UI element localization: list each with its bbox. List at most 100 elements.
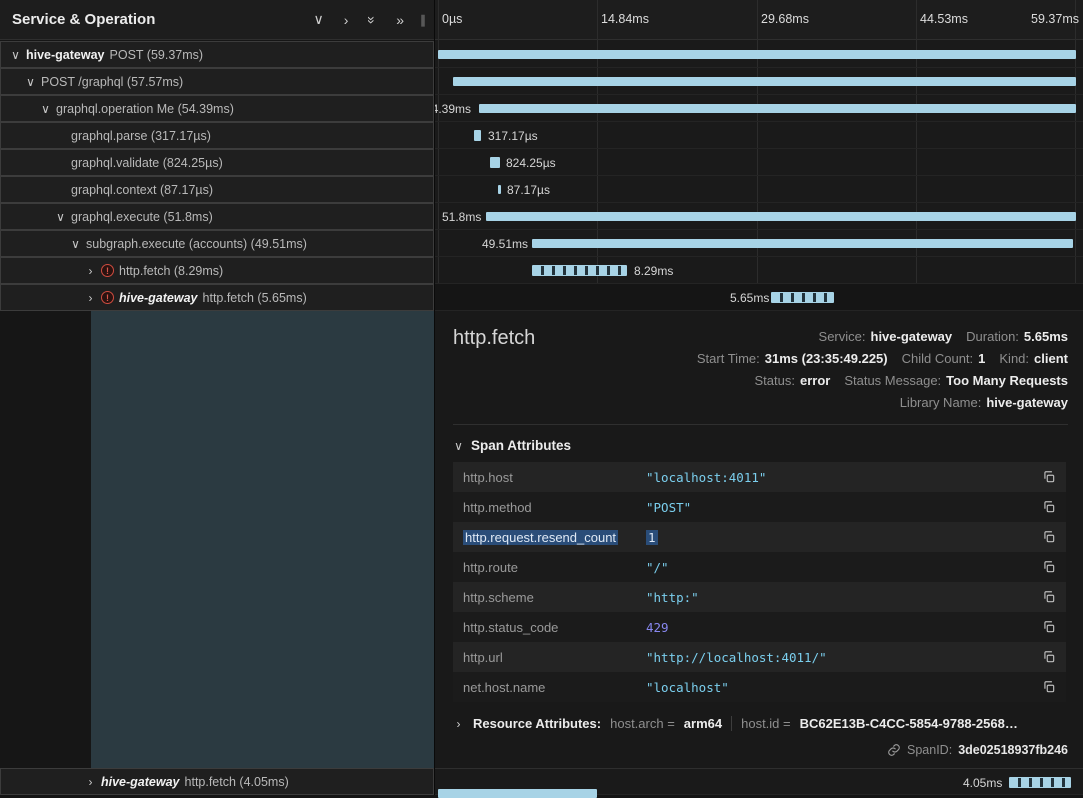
collapse-all-icon[interactable]: » bbox=[386, 12, 414, 28]
span-bar[interactable] bbox=[486, 212, 1076, 221]
pane-resize-handle[interactable]: ∥ bbox=[414, 13, 426, 27]
attribute-value: "/" bbox=[646, 560, 1038, 575]
span-tree-row[interactable]: graphql.validate (824.25µs) bbox=[0, 149, 434, 176]
span-tree-row[interactable]: ∨ hive-gateway POST (59.37ms) bbox=[0, 41, 434, 68]
copy-icon[interactable] bbox=[1038, 650, 1056, 664]
span-bar[interactable] bbox=[453, 77, 1076, 86]
timeline-row[interactable]: 87.17µs bbox=[435, 176, 1083, 203]
divider bbox=[731, 716, 732, 731]
copy-icon[interactable] bbox=[1038, 620, 1056, 634]
copy-icon[interactable] bbox=[1038, 530, 1056, 544]
timeline-row[interactable]: 49.51ms bbox=[435, 230, 1083, 257]
span-bar[interactable] bbox=[498, 185, 501, 194]
span-tree-row[interactable]: › hive-gateway http.fetch (4.05ms) bbox=[0, 768, 434, 795]
span-bar[interactable] bbox=[1009, 777, 1071, 788]
attribute-key: http.status_code bbox=[463, 620, 646, 635]
chevron-right-icon[interactable]: › bbox=[85, 776, 96, 788]
span-bar[interactable] bbox=[438, 789, 597, 798]
time-tick: 0µs bbox=[442, 12, 462, 26]
timeline-row[interactable] bbox=[435, 68, 1083, 95]
copy-icon[interactable] bbox=[1038, 590, 1056, 604]
span-bar[interactable] bbox=[479, 104, 1076, 113]
chevron-down-icon[interactable]: ∨ bbox=[25, 76, 36, 88]
timeline-row[interactable] bbox=[435, 41, 1083, 68]
chevron-down-icon[interactable]: ∨ bbox=[40, 103, 51, 115]
chevron-right-icon[interactable]: › bbox=[85, 292, 96, 304]
copy-icon[interactable] bbox=[1038, 500, 1056, 514]
timeline-pane: 0µs 14.84ms 29.68ms 44.53ms 59.37ms 54.3… bbox=[434, 0, 1083, 795]
span-operation: graphql.context (87.17µs) bbox=[71, 183, 213, 197]
error-icon: ! bbox=[101, 291, 114, 304]
service-value: hive-gateway bbox=[871, 326, 953, 348]
span-tree-row[interactable]: ∨ graphql.operation Me (54.39ms) bbox=[0, 95, 434, 122]
attribute-row: http.route "/" bbox=[453, 552, 1066, 582]
timeline-row[interactable]: 54.39ms bbox=[435, 95, 1083, 122]
span-tree-row[interactable]: ∨ subgraph.execute (accounts) (49.51ms) bbox=[0, 230, 434, 257]
attribute-key: http.route bbox=[463, 560, 646, 575]
attribute-value: 1 bbox=[646, 530, 1038, 545]
copy-icon[interactable] bbox=[1038, 470, 1056, 484]
expand-all-icon[interactable]: » bbox=[358, 12, 386, 28]
span-tree-row[interactable]: graphql.context (87.17µs) bbox=[0, 176, 434, 203]
chevron-down-icon[interactable]: ∨ bbox=[55, 211, 66, 223]
attribute-row: http.method "POST" bbox=[453, 492, 1066, 522]
timeline-row-selected[interactable]: 5.65ms bbox=[435, 284, 1083, 311]
service-label: Service: bbox=[819, 326, 866, 348]
start-time-label: Start Time: bbox=[697, 348, 760, 370]
span-tree-row[interactable]: graphql.parse (317.17µs) bbox=[0, 122, 434, 149]
status-value: error bbox=[800, 370, 830, 392]
error-icon: ! bbox=[101, 264, 114, 277]
meta-line: Start Time: 31ms (23:35:49.225) Child Co… bbox=[697, 348, 1068, 370]
chevron-right-icon[interactable]: › bbox=[334, 12, 359, 28]
timeline-row[interactable]: 824.25µs bbox=[435, 149, 1083, 176]
span-operation: graphql.validate (824.25µs) bbox=[71, 156, 223, 170]
span-id-value: 3de02518937fb246 bbox=[958, 743, 1068, 757]
time-tick: 29.68ms bbox=[761, 12, 809, 26]
span-service: hive-gateway bbox=[101, 775, 180, 789]
span-attributes-toggle[interactable]: ∨ Span Attributes bbox=[453, 438, 571, 453]
chevron-right-icon[interactable]: › bbox=[85, 265, 96, 277]
span-tree-row-selected[interactable]: › ! hive-gateway http.fetch (5.65ms) bbox=[0, 284, 434, 311]
span-bar[interactable] bbox=[474, 130, 481, 141]
duration-value: 5.65ms bbox=[1024, 326, 1068, 348]
resource-attributes-heading[interactable]: Resource Attributes: bbox=[473, 716, 601, 731]
span-tree-row[interactable]: › ! http.fetch (8.29ms) bbox=[0, 257, 434, 284]
copy-icon[interactable] bbox=[1038, 680, 1056, 694]
duration-label: 4.05ms bbox=[963, 776, 1002, 790]
span-bar[interactable] bbox=[532, 239, 1073, 248]
timeline-row[interactable]: 51.8ms bbox=[435, 203, 1083, 230]
chevron-right-icon[interactable]: › bbox=[453, 718, 464, 730]
chevron-down-icon[interactable]: ∨ bbox=[10, 49, 21, 61]
span-tree-row[interactable]: ∨ graphql.execute (51.8ms) bbox=[0, 203, 434, 230]
span-bar[interactable] bbox=[490, 157, 500, 168]
child-count-label: Child Count: bbox=[902, 348, 974, 370]
timeline-row[interactable]: 317.17µs bbox=[435, 122, 1083, 149]
span-bar[interactable] bbox=[438, 50, 1076, 59]
kind-value: client bbox=[1034, 348, 1068, 370]
duration-label: 49.51ms bbox=[482, 237, 528, 251]
timeline-row[interactable]: 8.29ms bbox=[435, 257, 1083, 284]
resource-attr-value: arm64 bbox=[684, 716, 722, 731]
start-time-value: 31ms (23:35:49.225) bbox=[765, 348, 888, 370]
meta-line: Status: error Status Message: Too Many R… bbox=[697, 370, 1068, 392]
span-operation: http.fetch (4.05ms) bbox=[185, 775, 289, 789]
status-message-value: Too Many Requests bbox=[946, 370, 1068, 392]
copy-icon[interactable] bbox=[1038, 560, 1056, 574]
attribute-key: net.host.name bbox=[463, 680, 646, 695]
span-attributes-table: http.host "localhost:4011" http.method "… bbox=[453, 462, 1066, 702]
duration-label: 54.39ms bbox=[435, 102, 471, 116]
span-attributes-heading: Span Attributes bbox=[471, 438, 571, 453]
attribute-key: http.scheme bbox=[463, 590, 646, 605]
attribute-key: http.url bbox=[463, 650, 646, 665]
chevron-down-icon[interactable]: ∨ bbox=[70, 238, 81, 250]
span-bar[interactable] bbox=[771, 292, 834, 303]
link-icon[interactable] bbox=[887, 743, 901, 757]
span-operation: subgraph.execute (accounts) (49.51ms) bbox=[86, 237, 307, 251]
span-bar[interactable] bbox=[532, 265, 627, 276]
span-operation: POST (59.37ms) bbox=[110, 48, 204, 62]
chevron-down-icon[interactable]: ∨ bbox=[303, 11, 333, 28]
attribute-value: "http:" bbox=[646, 590, 1038, 605]
span-tree-row[interactable]: ∨ POST /graphql (57.57ms) bbox=[0, 68, 434, 95]
detail-span-title: http.fetch bbox=[453, 327, 535, 350]
duration-label: 8.29ms bbox=[634, 264, 673, 278]
